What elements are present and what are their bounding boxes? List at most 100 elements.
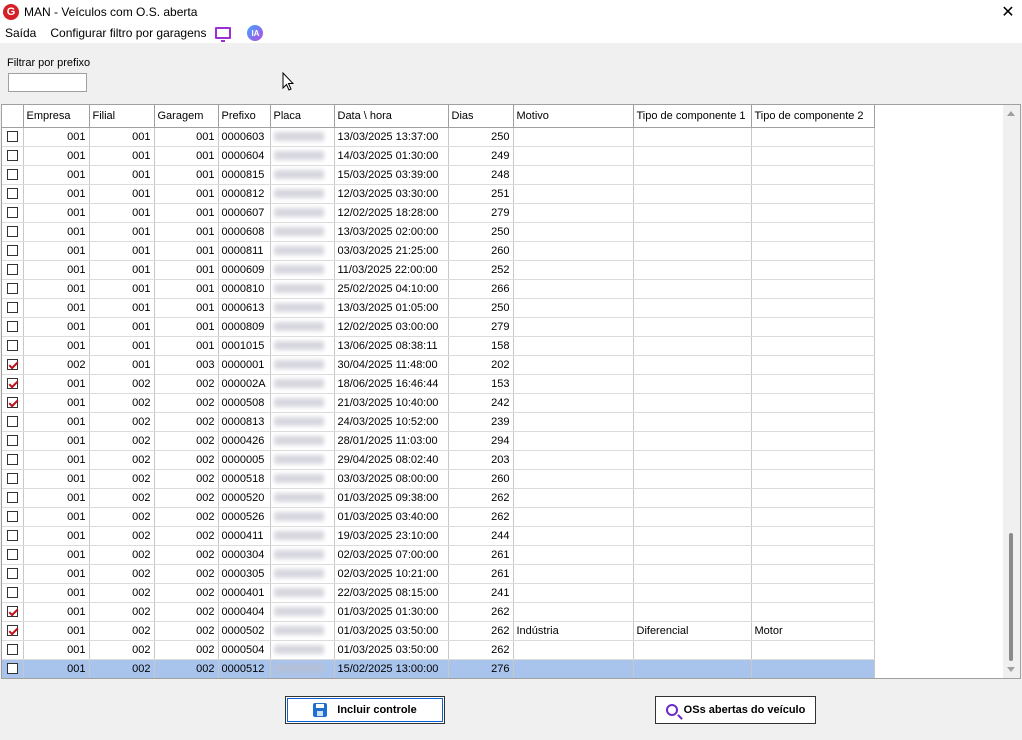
cell-empresa[interactable]: 001 bbox=[23, 260, 90, 280]
cell-data-hora[interactable]: 03/03/2025 21:25:00 bbox=[334, 241, 449, 261]
table-row[interactable]: 001 002 002 0000504 01/03/2025 03:50:00 262 bbox=[2, 640, 875, 660]
cell-prefixo[interactable]: 0000512 bbox=[218, 659, 271, 678]
cell-dias[interactable]: 276 bbox=[448, 659, 514, 678]
monitor-icon[interactable] bbox=[215, 27, 232, 42]
cell-tipo-componente-2[interactable] bbox=[751, 507, 875, 527]
cell-tipo-componente-2[interactable]: Motor bbox=[751, 621, 875, 641]
table-row[interactable]: 001 001 001 0000609 11/03/2025 22:00:00 252 bbox=[2, 260, 875, 280]
cell-tipo-componente-2[interactable] bbox=[751, 412, 875, 432]
vertical-scrollbar[interactable] bbox=[1003, 105, 1020, 678]
cell-garagem[interactable]: 001 bbox=[154, 203, 219, 223]
cell-dias[interactable]: 262 bbox=[448, 602, 514, 622]
cell-prefixo[interactable]: 0000001 bbox=[218, 355, 271, 375]
cell-filial[interactable]: 002 bbox=[89, 431, 155, 451]
cell-empresa[interactable]: 001 bbox=[23, 488, 90, 508]
cell-placa[interactable] bbox=[270, 640, 335, 660]
cell-garagem[interactable]: 001 bbox=[154, 279, 219, 299]
cell-dias[interactable]: 203 bbox=[448, 450, 514, 470]
cell-prefixo[interactable]: 0000508 bbox=[218, 393, 271, 413]
cell-dias[interactable]: 252 bbox=[448, 260, 514, 280]
cell-prefixo[interactable]: 0000520 bbox=[218, 488, 271, 508]
cell-empresa[interactable]: 001 bbox=[23, 583, 90, 603]
cell-prefixo[interactable]: 0000812 bbox=[218, 184, 271, 204]
cell-empresa[interactable]: 001 bbox=[23, 146, 90, 166]
cell-data-hora[interactable]: 02/03/2025 07:00:00 bbox=[334, 545, 449, 565]
cell-tipo-componente-2[interactable] bbox=[751, 146, 875, 166]
table-row[interactable]: 001 001 001 0000608 13/03/2025 02:00:00 250 bbox=[2, 222, 875, 242]
cell-prefixo[interactable]: 0000005 bbox=[218, 450, 271, 470]
table-row[interactable]: 002 001 003 0000001 30/04/2025 11:48:00 202 bbox=[2, 355, 875, 375]
cell-placa[interactable] bbox=[270, 602, 335, 622]
cell-tipo-componente-1[interactable] bbox=[633, 393, 752, 413]
cell-prefixo[interactable]: 0000613 bbox=[218, 298, 271, 318]
cell-tipo-componente-2[interactable] bbox=[751, 374, 875, 394]
row-checkbox[interactable] bbox=[6, 302, 18, 314]
cell-tipo-componente-1[interactable]: Diferencial bbox=[633, 621, 752, 641]
cell-tipo-componente-1[interactable] bbox=[633, 184, 752, 204]
cell-garagem[interactable]: 002 bbox=[154, 640, 219, 660]
cell-motivo[interactable] bbox=[513, 165, 634, 185]
cell-motivo[interactable] bbox=[513, 127, 634, 147]
cell-prefixo[interactable]: 0000603 bbox=[218, 127, 271, 147]
cell-tipo-componente-1[interactable] bbox=[633, 602, 752, 622]
cell-dias[interactable]: 244 bbox=[448, 526, 514, 546]
row-checkbox[interactable] bbox=[6, 416, 18, 428]
cell-empresa[interactable]: 001 bbox=[23, 507, 90, 527]
cell-tipo-componente-1[interactable] bbox=[633, 583, 752, 603]
cell-filial[interactable]: 001 bbox=[89, 184, 155, 204]
cell-motivo[interactable] bbox=[513, 279, 634, 299]
row-checkbox[interactable] bbox=[6, 549, 18, 561]
cell-prefixo[interactable]: 0000411 bbox=[218, 526, 271, 546]
table-row[interactable]: 001 001 001 0000810 25/02/2025 04:10:00 266 bbox=[2, 279, 875, 299]
cell-data-hora[interactable]: 13/03/2025 01:05:00 bbox=[334, 298, 449, 318]
cell-placa[interactable] bbox=[270, 545, 335, 565]
cell-filial[interactable]: 002 bbox=[89, 640, 155, 660]
cell-garagem[interactable]: 001 bbox=[154, 298, 219, 318]
cell-empresa[interactable]: 001 bbox=[23, 602, 90, 622]
cell-filial[interactable]: 002 bbox=[89, 450, 155, 470]
row-checkbox[interactable] bbox=[6, 359, 18, 371]
cell-prefixo[interactable]: 0001015 bbox=[218, 336, 271, 356]
cell-motivo[interactable] bbox=[513, 336, 634, 356]
table-row[interactable]: 001 001 001 0000809 12/02/2025 03:00:00 279 bbox=[2, 317, 875, 337]
cell-empresa[interactable]: 001 bbox=[23, 526, 90, 546]
cell-prefixo[interactable]: 0000810 bbox=[218, 279, 271, 299]
cell-motivo[interactable] bbox=[513, 184, 634, 204]
cell-tipo-componente-1[interactable] bbox=[633, 165, 752, 185]
cell-prefixo[interactable]: 0000609 bbox=[218, 260, 271, 280]
cell-tipo-componente-2[interactable] bbox=[751, 488, 875, 508]
cell-data-hora[interactable]: 01/03/2025 03:50:00 bbox=[334, 640, 449, 660]
row-checkbox[interactable] bbox=[6, 188, 18, 200]
table-row[interactable]: 001 002 002 0000526 01/03/2025 03:40:00 262 bbox=[2, 507, 875, 527]
cell-tipo-componente-1[interactable] bbox=[633, 431, 752, 451]
cell-garagem[interactable]: 003 bbox=[154, 355, 219, 375]
cell-prefixo[interactable]: 0000404 bbox=[218, 602, 271, 622]
cell-data-hora[interactable]: 14/03/2025 01:30:00 bbox=[334, 146, 449, 166]
table-row[interactable]: 001 001 001 0000603 13/03/2025 13:37:00 250 bbox=[2, 127, 875, 147]
cell-dias[interactable]: 279 bbox=[448, 317, 514, 337]
cell-placa[interactable] bbox=[270, 317, 335, 337]
table-row[interactable]: 001 002 002 0000502 01/03/2025 03:50:00 262 In… bbox=[2, 621, 875, 641]
row-checkbox[interactable] bbox=[6, 321, 18, 333]
cell-dias[interactable]: 251 bbox=[448, 184, 514, 204]
cell-data-hora[interactable]: 28/01/2025 11:03:00 bbox=[334, 431, 449, 451]
close-button[interactable]: ✕ bbox=[998, 2, 1018, 21]
cell-tipo-componente-1[interactable] bbox=[633, 507, 752, 527]
cell-garagem[interactable]: 001 bbox=[154, 241, 219, 261]
row-checkbox[interactable] bbox=[6, 397, 18, 409]
cell-placa[interactable] bbox=[270, 127, 335, 147]
cell-placa[interactable] bbox=[270, 488, 335, 508]
cell-filial[interactable]: 001 bbox=[89, 260, 155, 280]
row-checkbox[interactable] bbox=[6, 340, 18, 352]
row-checkbox[interactable] bbox=[6, 435, 18, 447]
cell-placa[interactable] bbox=[270, 469, 335, 489]
cell-tipo-componente-1[interactable] bbox=[633, 317, 752, 337]
cell-filial[interactable]: 001 bbox=[89, 317, 155, 337]
cell-data-hora[interactable]: 22/03/2025 08:15:00 bbox=[334, 583, 449, 603]
cell-dias[interactable]: 261 bbox=[448, 545, 514, 565]
cell-data-hora[interactable]: 24/03/2025 10:52:00 bbox=[334, 412, 449, 432]
cell-placa[interactable] bbox=[270, 374, 335, 394]
open-os-button[interactable]: OSs abertas do veículo bbox=[655, 696, 816, 724]
cell-empresa[interactable]: 001 bbox=[23, 469, 90, 489]
cell-prefixo[interactable]: 0000304 bbox=[218, 545, 271, 565]
